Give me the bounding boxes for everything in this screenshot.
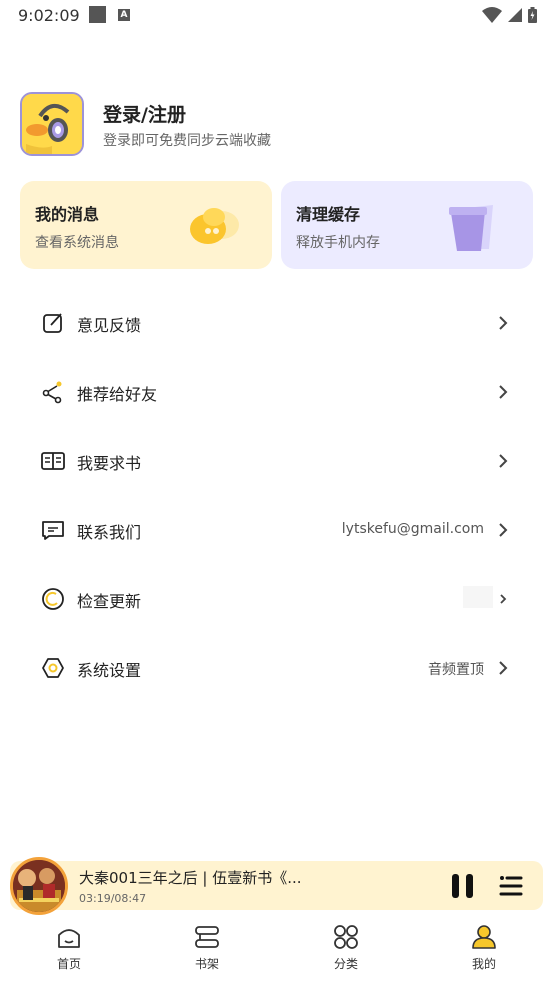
- chevron-right-icon: [499, 454, 508, 468]
- tab-profile[interactable]: 我的: [444, 918, 524, 974]
- menu-item-feedback[interactable]: 意见反馈: [20, 298, 533, 348]
- duck-avatar[interactable]: [20, 92, 84, 156]
- chevron-right-icon: [499, 523, 508, 537]
- album-cover-art: [13, 860, 65, 912]
- chevron-right-icon: [499, 661, 508, 675]
- menu-item-settings[interactable]: 系统设置 音频置顶: [20, 643, 533, 693]
- menu-label: 推荐给好友: [77, 385, 158, 404]
- menu-label: 系统设置: [77, 661, 142, 680]
- status-bar: 9:02:09 A: [0, 0, 553, 30]
- update-status-placeholder: [463, 586, 493, 608]
- login-register-title[interactable]: 登录/注册: [103, 100, 186, 127]
- player-time: 03:19/08:47: [79, 892, 147, 905]
- chevron-right-icon: [500, 594, 507, 604]
- message-bubbles-icon: [190, 208, 239, 244]
- wifi-icon: [482, 7, 502, 23]
- category-icon: [334, 925, 358, 949]
- battery-icon: [528, 7, 537, 23]
- bottom-tab-bar: 首页 书架 分类 我的: [0, 918, 553, 974]
- settings-value: 音频置顶: [428, 662, 484, 678]
- tab-home[interactable]: 首页: [29, 918, 109, 974]
- trash-bin-icon: [449, 205, 493, 251]
- menu-item-request-book[interactable]: 我要求书: [20, 436, 533, 486]
- pause-icon[interactable]: [450, 873, 476, 899]
- clear-cache-title: 清理缓存: [296, 205, 361, 224]
- chevron-right-icon: [499, 385, 508, 399]
- my-messages-title: 我的消息: [35, 205, 100, 224]
- bookshelf-icon: [195, 926, 219, 948]
- tab-category[interactable]: 分类: [306, 918, 386, 974]
- menu-label: 检查更新: [77, 592, 142, 611]
- menu-item-contact[interactable]: 联系我们 lytskefu@gmail.com: [20, 505, 533, 555]
- signal-icon: [508, 8, 522, 22]
- playlist-icon[interactable]: [499, 874, 523, 898]
- tab-home-label: 首页: [56, 957, 81, 971]
- notification-a-icon: A: [118, 9, 130, 21]
- tab-bookshelf[interactable]: 书架: [167, 918, 247, 974]
- clear-cache-subtitle: 释放手机内存: [296, 235, 380, 251]
- clear-cache-card[interactable]: 清理缓存 释放手机内存: [281, 181, 533, 269]
- tab-bookshelf-label: 书架: [194, 957, 219, 971]
- menu-item-check-update[interactable]: 检查更新: [20, 574, 533, 624]
- login-profile-section[interactable]: 登录/注册 登录即可免费同步云端收藏: [20, 92, 533, 158]
- profile-icon: [472, 925, 496, 949]
- notification-square-icon: [89, 6, 106, 23]
- edit-icon: [43, 313, 62, 333]
- share-icon: [42, 381, 62, 404]
- home-icon: [58, 929, 80, 948]
- settings-icon: [42, 658, 64, 678]
- chevron-right-icon: [499, 316, 508, 330]
- my-messages-card[interactable]: 我的消息 查看系统消息: [20, 181, 272, 269]
- open-book-icon: [41, 452, 65, 470]
- duck-headphones-icon: [22, 94, 82, 154]
- tab-category-label: 分类: [333, 957, 358, 971]
- menu-label: 联系我们: [77, 523, 142, 542]
- status-icons: [482, 5, 537, 25]
- status-time: 9:02:09: [18, 6, 80, 25]
- menu-label: 意见反馈: [77, 316, 142, 335]
- player-track-title: 大秦001三年之后 | 伍壹新书《...: [79, 869, 302, 887]
- chat-icon: [42, 521, 64, 540]
- update-icon: [42, 588, 64, 610]
- login-subtitle: 登录即可免费同步云端收藏: [103, 133, 271, 149]
- menu-item-recommend[interactable]: 推荐给好友: [20, 367, 533, 417]
- my-messages-subtitle: 查看系统消息: [35, 235, 119, 251]
- tab-profile-label: 我的: [471, 957, 496, 971]
- mini-player[interactable]: 大秦001三年之后 | 伍壹新书《... 03:19/08:47: [10, 857, 543, 915]
- contact-email[interactable]: lytskefu@gmail.com: [342, 521, 484, 537]
- album-cover[interactable]: [10, 857, 68, 915]
- menu-label: 我要求书: [77, 454, 142, 473]
